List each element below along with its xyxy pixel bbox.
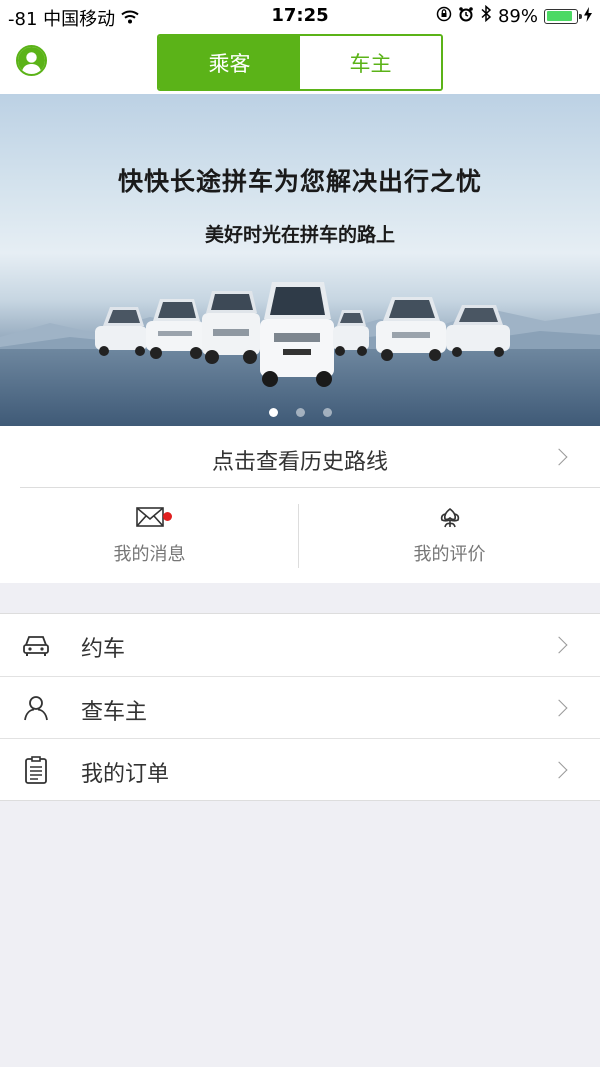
- envelope-icon: [135, 507, 164, 527]
- car-6: [376, 297, 446, 361]
- menu-list: 约车 查车主 我的订单: [0, 613, 600, 801]
- my-messages-button[interactable]: 我的消息: [0, 488, 299, 583]
- rotation-lock-icon: [436, 6, 452, 27]
- tab-passenger[interactable]: 乘客: [159, 36, 300, 89]
- banner-carousel[interactable]: 快快长途拼车为您解决出行之忧 美好时光在拼车的路上: [0, 94, 600, 426]
- role-switch: 乘客 车主: [157, 34, 443, 91]
- divider: [298, 504, 299, 568]
- my-reviews-label: 我的评价: [413, 544, 486, 565]
- quick-actions: 我的消息 我的评价: [0, 488, 600, 583]
- flower-icon: [440, 507, 459, 528]
- status-bar: -81 中国移动 17:25 89%: [0, 0, 600, 32]
- car-1: [95, 307, 147, 356]
- carousel-dot[interactable]: [295, 408, 305, 417]
- menu-item-find-driver[interactable]: 查车主: [0, 676, 600, 738]
- chevron-right-icon: [550, 699, 568, 717]
- alarm-icon: [458, 6, 474, 27]
- history-route-button[interactable]: 点击查看历史路线: [0, 426, 600, 488]
- banner-subtitle: 美好时光在拼车的路上: [204, 224, 395, 246]
- battery-percent: 89%: [497, 5, 538, 27]
- chevron-right-icon: [550, 636, 568, 654]
- carousel-dots: [0, 408, 600, 417]
- carousel-dot[interactable]: [322, 408, 332, 417]
- car-3: [202, 291, 260, 364]
- car-5: [333, 310, 369, 356]
- car-4-suv: [260, 282, 334, 387]
- history-route-label: 点击查看历史路线: [211, 450, 388, 475]
- avatar[interactable]: [16, 45, 47, 76]
- cars-graphic: [95, 282, 510, 387]
- menu-item-my-orders[interactable]: 我的订单: [0, 738, 600, 800]
- my-reviews-button[interactable]: 我的评价: [300, 488, 599, 583]
- menu-item-book-car[interactable]: 约车: [0, 614, 600, 676]
- car-icon: [23, 636, 49, 656]
- carousel-dot[interactable]: [268, 408, 278, 417]
- battery-icon: [544, 8, 582, 24]
- my-messages-label: 我的消息: [113, 544, 186, 565]
- unread-badge: [163, 512, 172, 521]
- car-2: [146, 299, 204, 359]
- car-7: [446, 305, 510, 357]
- bluetooth-icon: [480, 4, 492, 27]
- menu-item-label: 查车主: [81, 700, 148, 725]
- charging-icon: [584, 6, 592, 27]
- nav-bar: 乘客 车主: [0, 32, 600, 94]
- chevron-right-icon: [550, 761, 568, 779]
- clipboard-icon: [25, 756, 47, 784]
- tab-driver[interactable]: 车主: [300, 36, 441, 89]
- banner-title: 快快长途拼车为您解决出行之忧: [117, 167, 482, 196]
- menu-item-label: 我的订单: [81, 762, 170, 787]
- menu-item-label: 约车: [81, 637, 126, 662]
- user-icon: [18, 47, 45, 74]
- person-icon: [24, 696, 48, 721]
